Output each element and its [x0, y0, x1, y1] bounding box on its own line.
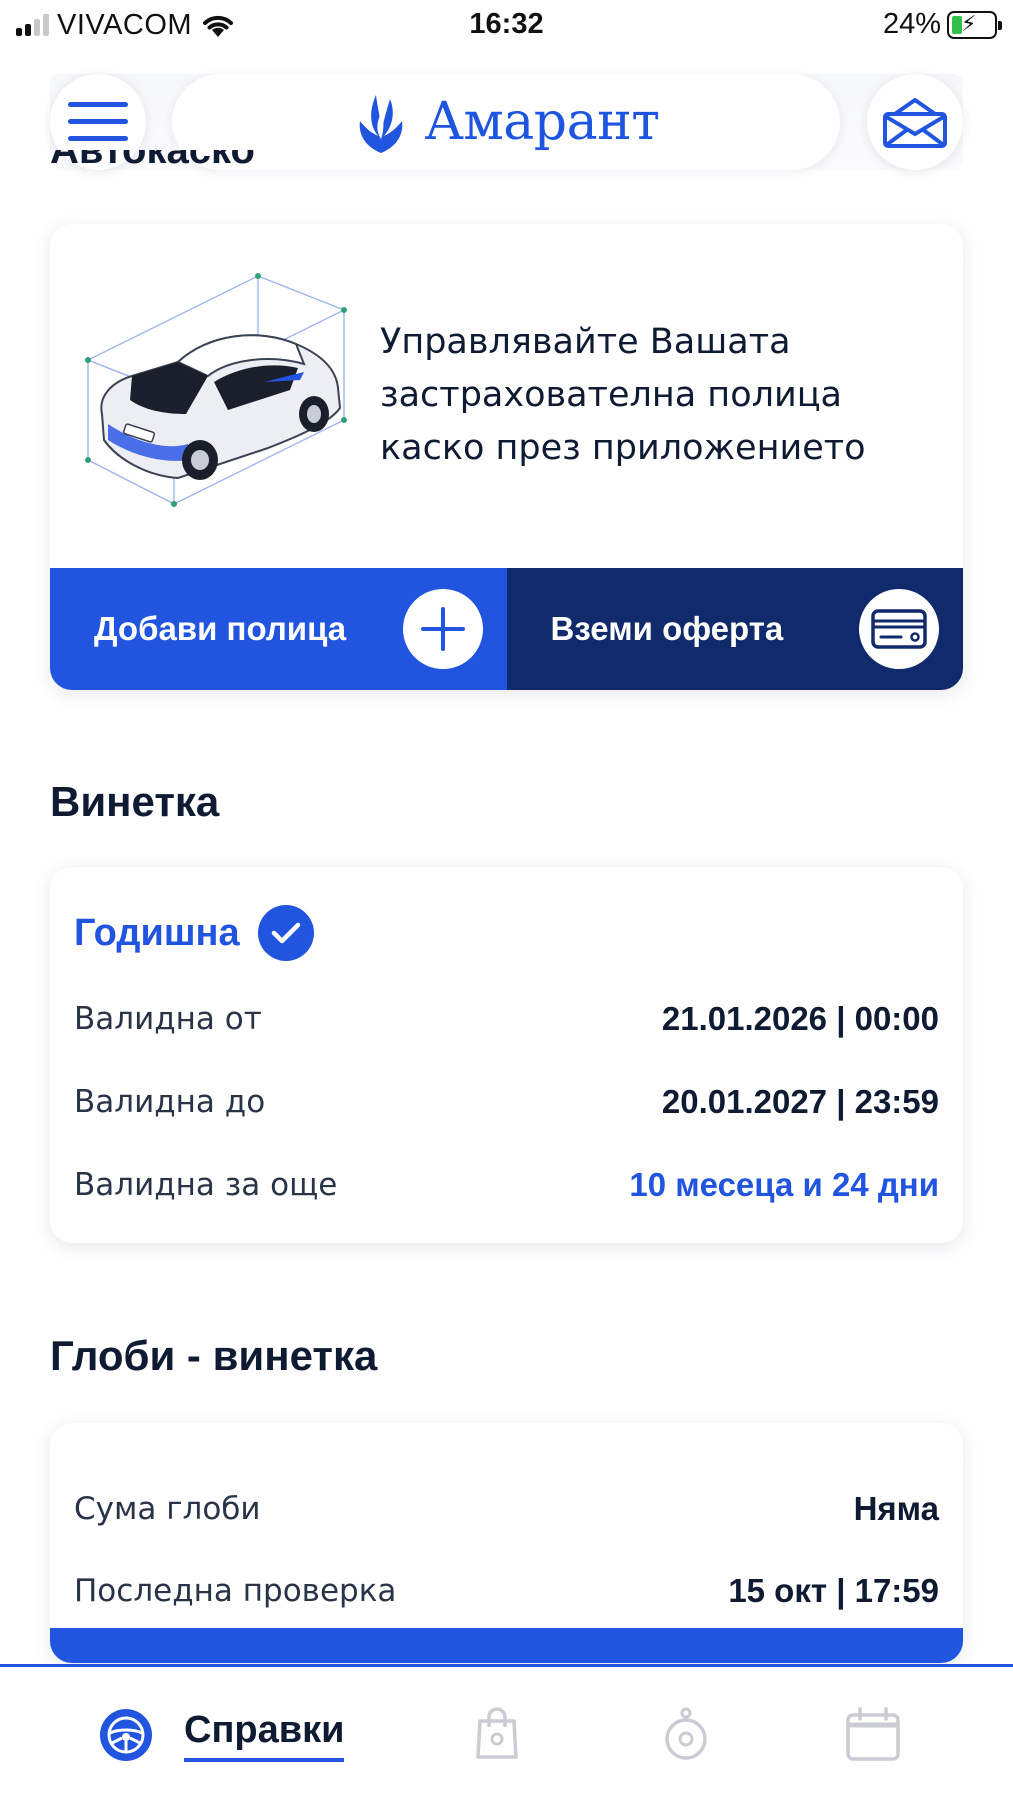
row-label: Валидна до — [74, 1084, 266, 1120]
shopping-bag-icon — [476, 1707, 518, 1759]
nav-active-label: Справки — [184, 1709, 345, 1762]
add-policy-label: Добави полица — [94, 610, 347, 647]
fines-last-check-row: Последна проверка 15 окт | 17:59 — [74, 1569, 939, 1613]
credit-card-icon — [859, 589, 939, 669]
vignette-remaining-row: Валидна за още 10 месеца и 24 дни — [74, 1163, 939, 1207]
plus-icon — [402, 589, 483, 669]
nav-item-shop[interactable] — [474, 1707, 520, 1759]
nav-item-calendar[interactable] — [845, 1707, 901, 1761]
nav-item-inquiries[interactable]: Справки — [98, 1707, 345, 1763]
row-value: 15 окт | 17:59 — [728, 1572, 939, 1609]
hamburger-menu-icon — [68, 102, 128, 141]
vignette-valid-from-row: Валидна от 21.01.2026 | 00:00 — [74, 997, 939, 1041]
battery-percent: 24% — [882, 8, 941, 40]
battery-icon: ⚡ — [947, 10, 1002, 39]
add-policy-button[interactable]: Добави полица — [50, 568, 507, 690]
kasko-actions: Добави полица Вземи оферта — [50, 568, 963, 690]
mail-icon — [883, 98, 947, 148]
calendar-icon — [846, 1707, 900, 1761]
fines-section-title: Глоби - винетка — [50, 1332, 378, 1379]
fines-sum-row: Сума глоби Няма — [74, 1487, 939, 1531]
messages-button[interactable] — [867, 74, 963, 170]
vignette-card[interactable]: Годишна Валидна от 21.01.2026 | 00:00 Ва… — [50, 867, 963, 1243]
amaranth-flower-icon — [360, 95, 403, 153]
vignette-section-title: Винетка — [50, 778, 220, 825]
row-label: Валидна от — [74, 1001, 262, 1037]
row-label: Последна проверка — [74, 1573, 397, 1609]
stopwatch-icon — [665, 1707, 707, 1760]
bottom-navigation: Справки — [0, 1664, 1013, 1800]
row-value: 20.01.2027 | 23:59 — [661, 1083, 939, 1120]
steering-wheel-icon — [100, 1709, 152, 1761]
row-value: 21.01.2026 | 00:00 — [661, 1000, 939, 1037]
charging-bolt-icon: ⚡ — [961, 11, 977, 37]
check-circle-icon — [257, 905, 314, 961]
brand-name: Амарант — [424, 92, 660, 152]
row-label: Сума глоби — [74, 1491, 261, 1527]
fines-action-bar[interactable] — [50, 1628, 963, 1663]
vignette-type-label: Годишна — [74, 911, 240, 954]
clock: 16:32 — [469, 8, 544, 40]
get-offer-label: Вземи оферта — [550, 610, 784, 647]
kasko-card: Управлявайте Вашата застрахователна поли… — [50, 224, 963, 690]
vignette-type: Годишна — [74, 905, 314, 961]
row-label: Валидна за още — [74, 1167, 338, 1203]
battery-status: 24% ⚡ — [882, 8, 1002, 41]
fines-card[interactable]: Сума глоби Няма Последна проверка 15 окт… — [50, 1423, 963, 1663]
get-offer-button[interactable]: Вземи оферта — [506, 568, 963, 690]
row-value: Няма — [853, 1490, 939, 1527]
row-value: 10 месеца и 24 дни — [629, 1166, 939, 1203]
nav-item-timer[interactable] — [663, 1707, 709, 1761]
kasko-description: Управлявайте Вашата застрахователна поли… — [380, 322, 866, 468]
car-illustration — [85, 273, 347, 507]
vignette-valid-to-row: Валидна до 20.01.2027 | 23:59 — [74, 1080, 939, 1124]
brand-logo: Амарант — [172, 74, 840, 170]
status-bar: VIVACOM 16:32 24% ⚡ — [0, 0, 1013, 50]
